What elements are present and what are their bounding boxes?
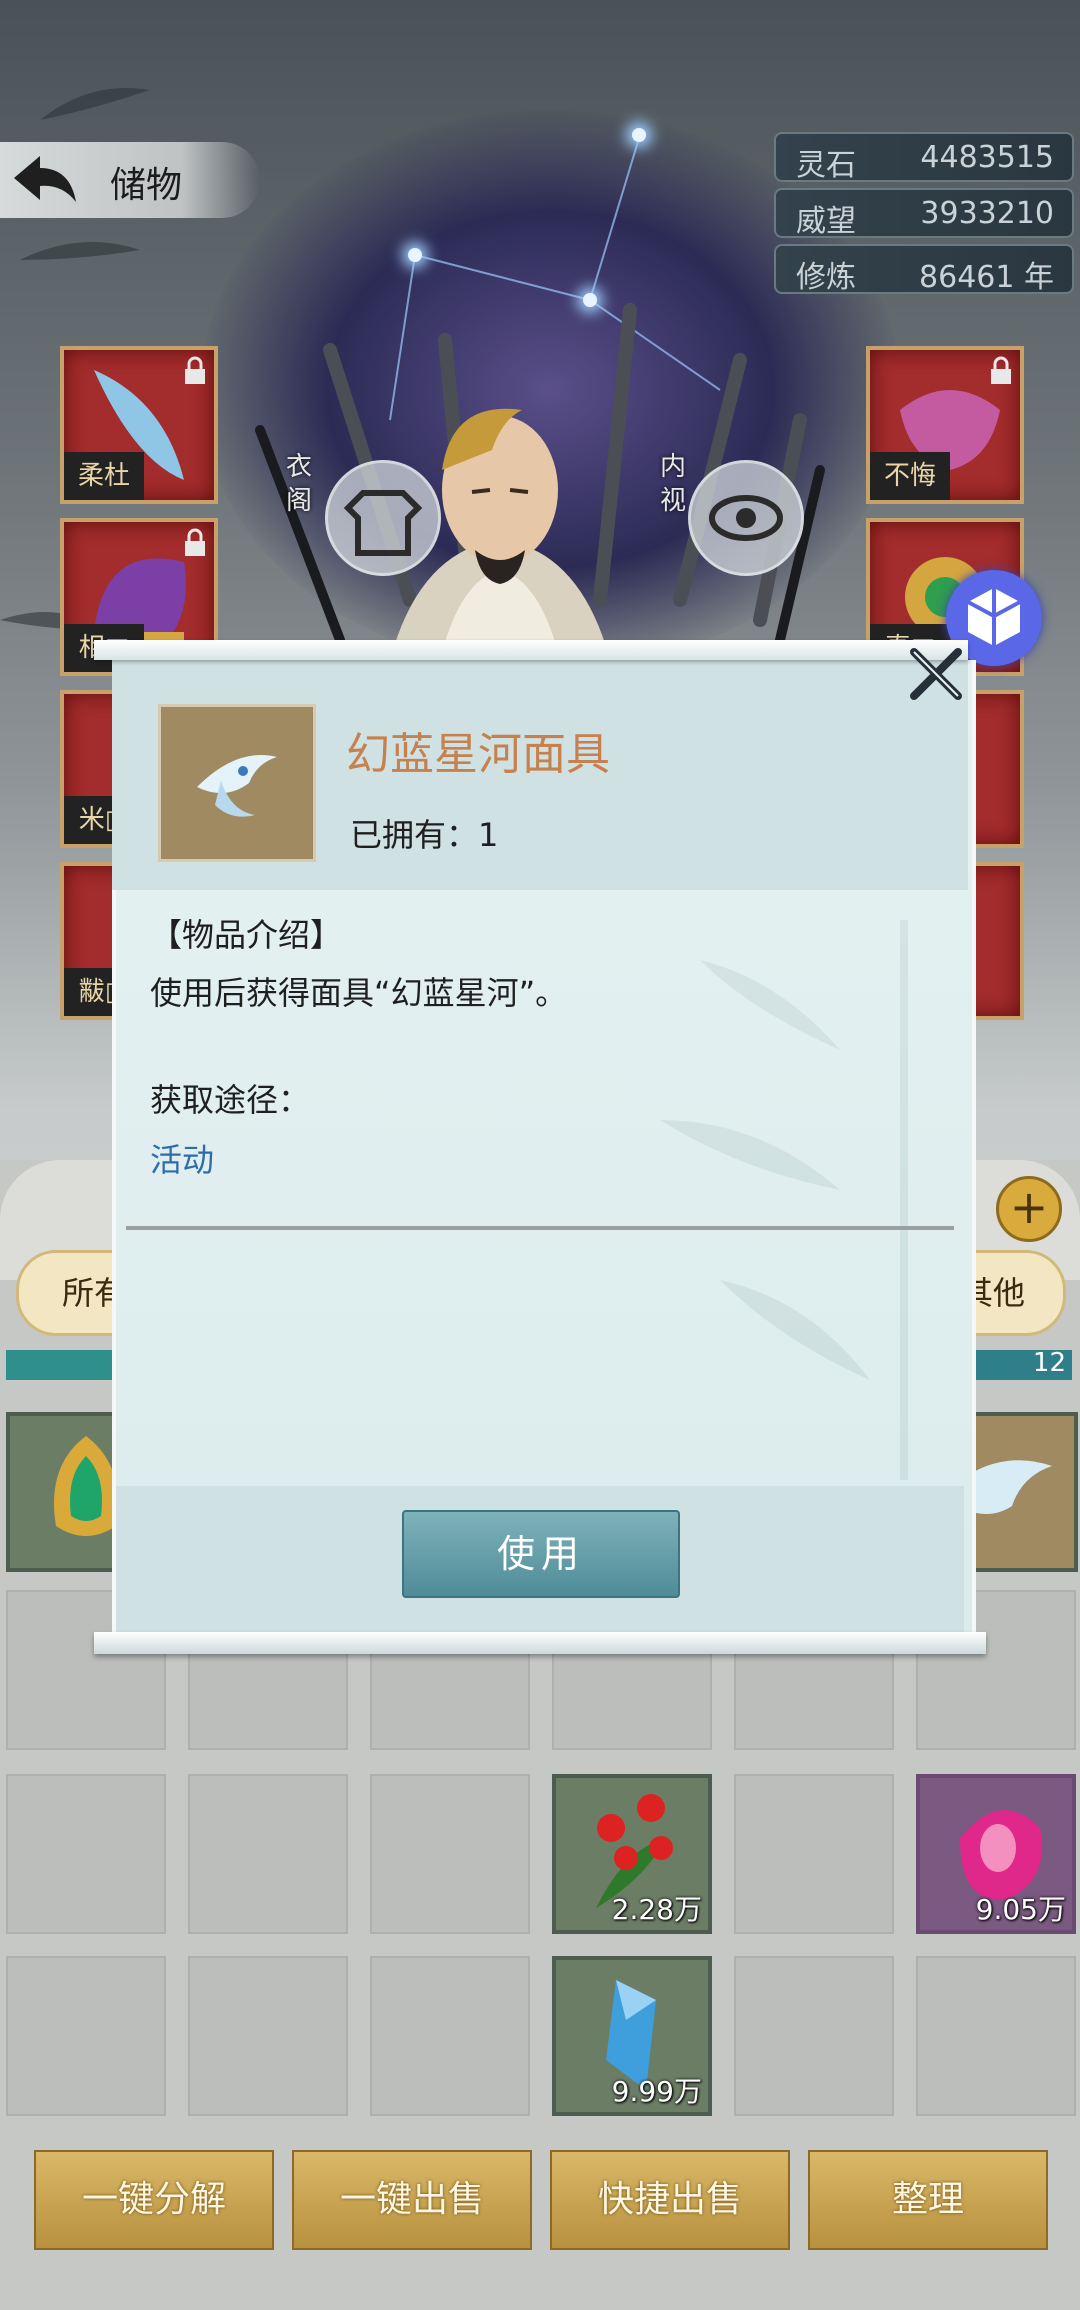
inspect-label: 内视: [659, 452, 686, 516]
expand-capacity-button[interactable]: +: [996, 1176, 1062, 1242]
equip-tag: 柔杜: [64, 452, 144, 500]
scroll-rod-bottom: [94, 1632, 986, 1654]
empty-slot[interactable]: [916, 1956, 1076, 2116]
stat-spirit-stone: 灵石 4483515: [774, 132, 1074, 183]
item-icon-frame: [158, 704, 316, 862]
lock-icon: [991, 356, 1011, 384]
inventory-item-blue-crystal[interactable]: 9.99万: [552, 1956, 712, 2116]
inventory-item-red-flower[interactable]: 2.28万: [552, 1774, 712, 1934]
item-name: 幻蓝星河面具: [346, 729, 610, 780]
one-click-decompose-button[interactable]: 一键分解: [34, 2150, 274, 2250]
bamboo-decoration: [660, 920, 908, 1480]
item-intro-heading: 【物品介绍】: [150, 916, 343, 954]
divider: [126, 1226, 954, 1230]
wardrobe-label: 衣阁: [285, 452, 312, 516]
empty-slot[interactable]: [734, 1774, 894, 1934]
item-description: 使用后获得面具“幻蓝星河”。: [150, 974, 568, 1012]
item-count: 9.05万: [975, 1893, 1066, 1926]
empty-slot[interactable]: [370, 1956, 530, 2116]
mask-icon: [197, 755, 277, 817]
stat-value: 86461 年: [919, 260, 1054, 295]
empty-slot[interactable]: [188, 1774, 348, 1934]
back-button[interactable]: 储物: [0, 142, 260, 218]
quick-sell-button[interactable]: 快捷出售: [550, 2150, 790, 2250]
lock-icon: [185, 356, 205, 384]
page-title: 储物: [110, 165, 183, 206]
inspect-button[interactable]: [688, 460, 804, 576]
lock-icon: [185, 528, 205, 556]
stat-prestige: 威望 3933210: [774, 188, 1074, 239]
stat-value: 4483515: [920, 140, 1054, 175]
stat-cultivation: 修炼 86461 年: [774, 244, 1074, 295]
empty-slot[interactable]: [734, 1956, 894, 2116]
eye-icon: [709, 495, 783, 541]
back-arrow-icon: [14, 156, 76, 202]
stat-label: 灵石: [796, 148, 856, 183]
robe-icon: [343, 490, 423, 556]
empty-slot[interactable]: [6, 1774, 166, 1934]
wardrobe-button[interactable]: [325, 460, 441, 576]
item-count: 2.28万: [611, 1893, 702, 1926]
star: [583, 293, 597, 307]
item-count: 12: [1032, 1348, 1066, 1378]
owned-count: 已拥有：1: [350, 816, 499, 854]
empty-slot[interactable]: [6, 1956, 166, 2116]
stat-label: 威望: [796, 204, 856, 239]
equip-tag: 不悔: [870, 452, 950, 500]
empty-slot[interactable]: [370, 1774, 530, 1934]
item-count: 9.99万: [611, 2075, 702, 2108]
equip-slot-weapon[interactable]: 柔杜: [60, 346, 218, 504]
empty-slot[interactable]: [188, 1956, 348, 2116]
stat-label: 修炼: [796, 260, 856, 295]
close-icon[interactable]: [906, 646, 966, 702]
equip-slot-accessory[interactable]: 不悔: [866, 346, 1024, 504]
source-heading: 获取途径：: [150, 1081, 311, 1119]
sort-button[interactable]: 整理: [808, 2150, 1048, 2250]
stat-value: 3933210: [920, 196, 1054, 231]
source-link-activity[interactable]: 活动: [150, 1135, 214, 1181]
one-click-sell-button[interactable]: 一键出售: [292, 2150, 532, 2250]
star: [632, 128, 646, 142]
use-button[interactable]: 使用: [402, 1510, 680, 1598]
scroll-rod-top: [94, 640, 968, 660]
star: [408, 248, 422, 262]
inventory-item-magenta-gem[interactable]: 9.05万: [916, 1774, 1076, 1934]
